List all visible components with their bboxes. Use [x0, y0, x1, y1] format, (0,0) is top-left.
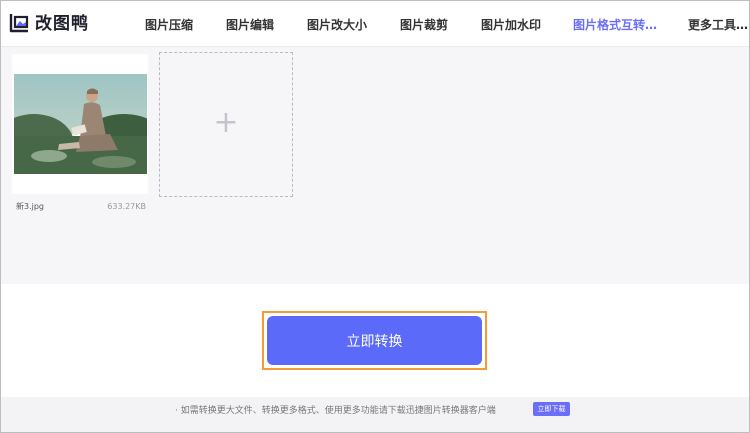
- file-name: 新3.jpg: [16, 202, 45, 211]
- download-now-button[interactable]: 立即下载: [533, 402, 570, 416]
- nav-compress[interactable]: 图片压缩: [145, 17, 193, 33]
- brand-name[interactable]: 改图鸭: [35, 11, 89, 37]
- top-header: 改图鸭 图片压缩 图片编辑 图片改大小 图片裁剪 图片加水印 图片格式互转… 更…: [1, 1, 749, 47]
- plus-icon: +: [213, 105, 239, 140]
- nav-more-tools[interactable]: 更多工具…: [688, 17, 748, 33]
- file-thumbnail[interactable]: [14, 74, 147, 174]
- image-frame-icon[interactable]: [8, 12, 30, 34]
- nav-resize[interactable]: 图片改大小: [307, 17, 367, 33]
- nav-edit[interactable]: 图片编辑: [226, 17, 274, 33]
- nav-watermark[interactable]: 图片加水印: [481, 17, 541, 33]
- convert-now-button[interactable]: 立即转换: [267, 316, 482, 365]
- footer-notice: · 如需转换更大文件、转换更多格式、使用更多功能请下载迅捷图片转换器客户端: [175, 406, 496, 416]
- nav-crop[interactable]: 图片裁剪: [400, 17, 448, 33]
- file-size: 633.27KB: [107, 202, 146, 211]
- add-file-box[interactable]: +: [159, 52, 293, 197]
- nav-format-convert[interactable]: 图片格式互转…: [573, 17, 657, 33]
